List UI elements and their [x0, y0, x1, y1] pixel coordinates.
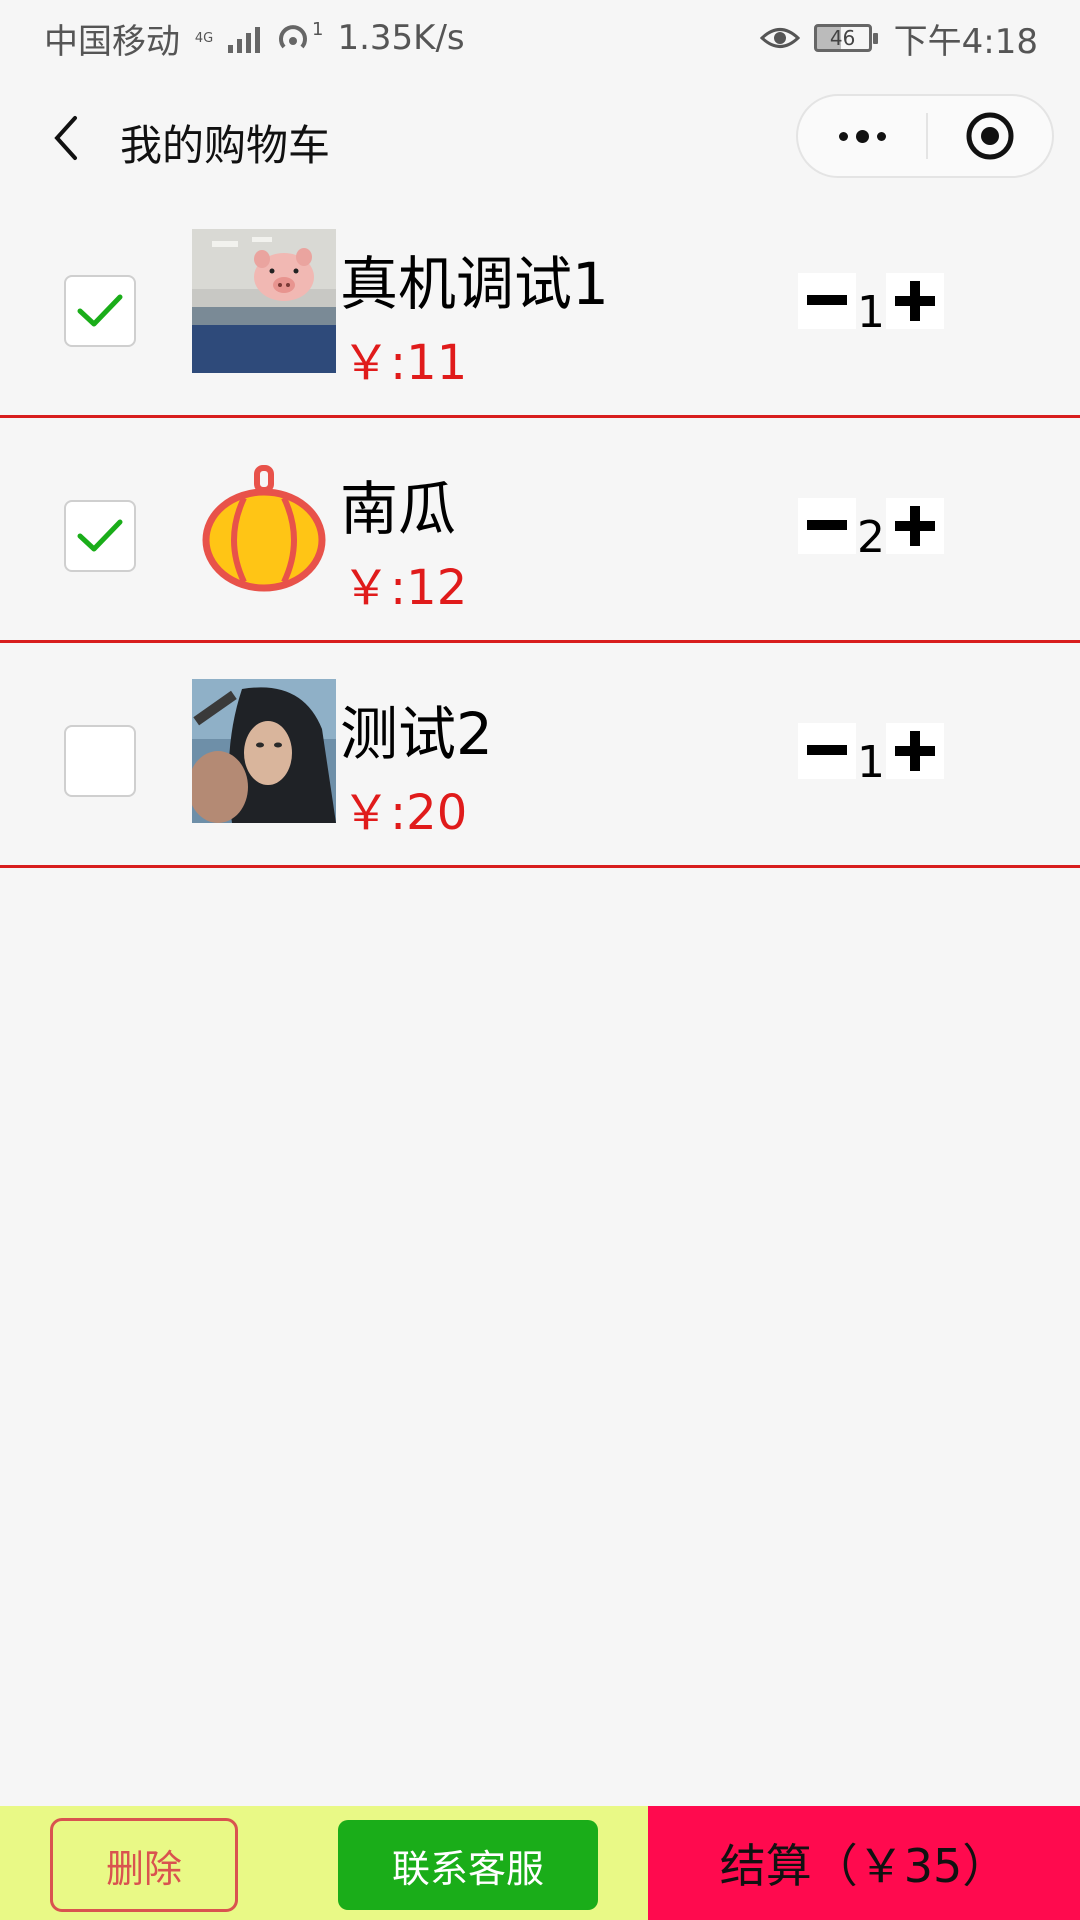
product-name: 南瓜	[340, 475, 457, 543]
status-right: 46 下午4:18	[759, 14, 1038, 63]
cart-item: 真机调试1 ￥:11 1	[0, 193, 1080, 418]
product-price: ￥:11	[342, 335, 468, 391]
eye-icon	[759, 28, 800, 48]
item-checkbox[interactable]	[64, 275, 136, 347]
target-circle-icon	[966, 112, 1014, 160]
checkout-button[interactable]: 结算（￥35）	[648, 1806, 1080, 1920]
contact-service-button[interactable]: 联系客服	[338, 1820, 598, 1910]
product-name: 真机调试1	[340, 250, 609, 318]
decrease-button[interactable]	[798, 273, 856, 329]
cart-item: 南瓜 ￥:12 2	[0, 418, 1080, 643]
quantity-value: 1	[857, 737, 885, 788]
quantity-stepper: 2	[798, 498, 944, 560]
minus-icon	[807, 295, 847, 305]
close-button[interactable]	[928, 96, 1052, 176]
checkmark-icon	[77, 294, 123, 327]
hotspot-count: 1	[312, 18, 324, 40]
product-image	[192, 229, 336, 373]
product-price: ￥:12	[342, 560, 468, 616]
checkmark-icon	[77, 519, 123, 552]
cart-item: 测试2 ￥:20 1	[0, 643, 1080, 868]
status-left: 中国移动 4G 1 1.35K/s	[44, 14, 465, 63]
product-image	[192, 454, 336, 598]
pumpkin-icon	[202, 465, 326, 592]
mini-program-capsule	[796, 94, 1054, 178]
product-name: 测试2	[340, 700, 493, 768]
hotspot-icon	[279, 25, 307, 49]
decrease-button[interactable]	[798, 723, 856, 779]
back-button[interactable]	[36, 108, 96, 168]
plus-icon	[895, 506, 935, 546]
minus-icon	[807, 745, 847, 755]
battery-level: 46	[829, 26, 856, 50]
girl-photo	[192, 679, 336, 823]
network-type: 4G	[194, 30, 214, 46]
quantity-stepper: 1	[798, 273, 944, 335]
product-price: ￥:20	[342, 785, 468, 841]
more-button[interactable]	[798, 96, 926, 176]
quantity-value: 2	[857, 512, 885, 563]
item-checkbox[interactable]	[64, 500, 136, 572]
page-title: 我的购物车	[120, 121, 331, 170]
clock: 下午4:18	[893, 21, 1038, 62]
signal-icon	[228, 23, 260, 53]
plus-icon	[895, 281, 935, 321]
decrease-button[interactable]	[798, 498, 856, 554]
status-bar: 中国移动 4G 1 1.35K/s 46 下午4:18	[0, 0, 1080, 76]
increase-button[interactable]	[886, 723, 944, 779]
delete-button[interactable]: 删除	[50, 1818, 238, 1912]
nav-bar: 我的购物车	[0, 88, 1080, 188]
battery-icon: 46	[813, 24, 878, 52]
quantity-value: 1	[857, 287, 885, 338]
quantity-stepper: 1	[798, 723, 944, 785]
product-image	[192, 679, 336, 823]
item-checkbox[interactable]	[64, 725, 136, 797]
increase-button[interactable]	[886, 498, 944, 554]
bottom-action-bar: 删除 联系客服 结算（￥35）	[0, 1806, 1080, 1920]
pig-photo	[192, 229, 336, 373]
plus-icon	[895, 731, 935, 771]
more-dots-icon	[838, 129, 886, 143]
carrier-name: 中国移动	[44, 21, 180, 62]
minus-icon	[807, 520, 847, 530]
chevron-left-icon	[54, 116, 77, 160]
network-speed: 1.35K/s	[337, 18, 465, 58]
increase-button[interactable]	[886, 273, 944, 329]
cart-list: 真机调试1 ￥:11 1 南瓜 ￥:12 2 测试2 ￥:20 1	[0, 193, 1080, 868]
